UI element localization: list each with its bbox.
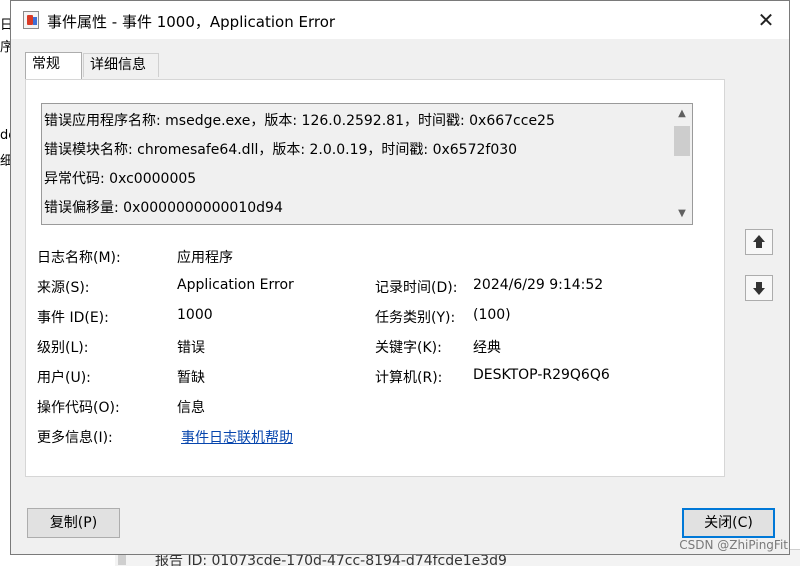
logged-label: 记录时间(D): [375, 280, 458, 296]
keywords-value: 经典 [473, 340, 501, 356]
tab-general[interactable]: 常规 [25, 52, 82, 79]
computer-value: DESKTOP-R29Q6Q6 [473, 367, 610, 383]
close-icon[interactable]: ✕ [753, 7, 779, 33]
event-id-value: 1000 [177, 307, 213, 323]
scroll-thumb[interactable] [674, 126, 690, 156]
background-window-edge [0, 0, 10, 565]
event-properties-dialog: 事件属性 - 事件 1000，Application Error ✕ 常规 详细… [10, 0, 790, 555]
keywords-label: 关键字(K): [375, 340, 442, 356]
task-category-label: 任务类别(Y): [375, 310, 456, 326]
scroll-down-icon[interactable]: ▼ [672, 206, 692, 222]
window-title: 事件属性 - 事件 1000，Application Error [47, 13, 336, 31]
close-button[interactable]: 关闭(C) [682, 508, 775, 538]
previous-event-button[interactable] [745, 229, 773, 255]
event-description-box[interactable]: 错误应用程序名称: msedge.exe，版本: 126.0.2592.81，时… [41, 103, 693, 225]
copy-button[interactable]: 复制(P) [27, 508, 120, 538]
source-label: 来源(S): [37, 280, 90, 296]
user-value: 暂缺 [177, 370, 205, 386]
more-info-label: 更多信息(I): [37, 430, 113, 446]
event-log-online-help-link[interactable]: 事件日志联机帮助 [181, 427, 293, 447]
watermark-text: CSDN @ZhiPingFit [679, 538, 788, 552]
task-category-value: (100) [473, 307, 511, 323]
source-value: Application Error [177, 277, 294, 293]
description-line: 错误偏移量: 0x0000000000010d94 [44, 200, 283, 216]
arrow-up-icon [753, 235, 765, 242]
scroll-up-icon[interactable]: ▲ [672, 106, 692, 122]
tab-details[interactable]: 详细信息 [83, 53, 159, 77]
description-scrollbar[interactable]: ▲ ▼ [672, 104, 692, 224]
description-line: 异常代码: 0xc0000005 [44, 171, 197, 187]
level-value: 错误 [177, 340, 205, 356]
level-label: 级别(L): [37, 340, 89, 356]
title-bar[interactable]: 事件属性 - 事件 1000，Application Error ✕ [11, 1, 789, 39]
arrow-up-icon-stem [756, 242, 762, 248]
description-line: 错误应用程序名称: msedge.exe，版本: 126.0.2592.81，时… [44, 113, 555, 129]
computer-label: 计算机(R): [375, 370, 443, 386]
event-id-label: 事件 ID(E): [37, 310, 109, 326]
event-viewer-icon [23, 11, 39, 29]
opcode-label: 操作代码(O): [37, 400, 120, 416]
description-line: 错误模块名称: chromesafe64.dll，版本: 2.0.0.19，时间… [44, 142, 518, 158]
log-name-value: 应用程序 [177, 250, 233, 266]
logged-value: 2024/6/29 9:14:52 [473, 277, 604, 293]
log-name-label: 日志名称(M): [37, 250, 121, 266]
arrow-down-icon [753, 288, 765, 295]
next-event-button[interactable] [745, 275, 773, 301]
opcode-value: 信息 [177, 400, 205, 416]
user-label: 用户(U): [37, 370, 91, 386]
